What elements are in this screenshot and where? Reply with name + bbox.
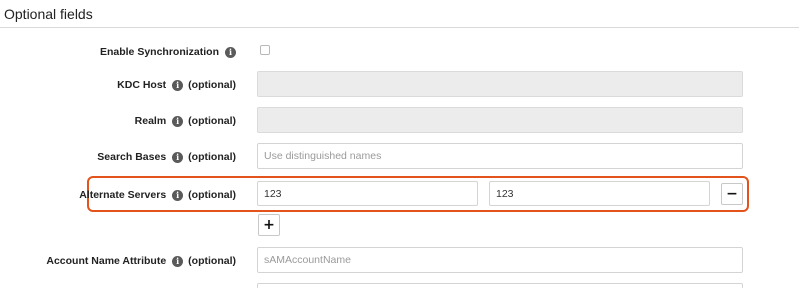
optional-fields-page: Optional fields Enable Synchronization i… <box>0 0 799 288</box>
search-bases-label: Search Bases <box>97 151 167 163</box>
enable-sync-checkbox[interactable] <box>260 45 270 55</box>
next-field-input-partial[interactable] <box>257 283 743 288</box>
alternate-server-port-input[interactable] <box>489 181 710 206</box>
realm-label-group: Realm i (optional) <box>135 107 236 135</box>
account-name-attribute-input[interactable] <box>257 247 743 273</box>
enable-sync-label-group: Enable Synchronization i <box>100 38 236 66</box>
kdc-host-label-group: KDC Host i (optional) <box>117 71 236 99</box>
info-icon[interactable]: i <box>172 255 184 267</box>
plus-icon: + <box>263 217 275 233</box>
enable-sync-row: Enable Synchronization i <box>0 38 799 66</box>
search-bases-label-group: Search Bases i (optional) <box>97 143 236 171</box>
info-icon[interactable]: i <box>172 115 184 127</box>
optional-tag: (optional) <box>188 115 236 127</box>
enable-sync-label: Enable Synchronization <box>99 46 219 58</box>
info-icon[interactable]: i <box>172 151 184 163</box>
search-bases-input[interactable] <box>257 143 743 169</box>
realm-input[interactable] <box>257 107 743 133</box>
realm-label: Realm <box>134 115 167 127</box>
alternate-servers-row: Alternate Servers i (optional) − <box>0 181 799 209</box>
info-icon[interactable]: i <box>172 189 184 201</box>
kdc-host-label: KDC Host <box>117 79 167 91</box>
account-name-attribute-label: Account Name Attribute <box>46 255 167 267</box>
minus-icon: − <box>726 186 738 202</box>
kdc-host-row: KDC Host i (optional) <box>0 71 799 99</box>
kdc-host-input[interactable] <box>257 71 743 97</box>
account-name-attribute-label-group: Account Name Attribute i (optional) <box>46 247 236 275</box>
alternate-servers-label: Alternate Servers <box>79 189 167 201</box>
alternate-server-host-input[interactable] <box>257 181 478 206</box>
optional-tag: (optional) <box>188 255 236 267</box>
info-icon[interactable]: i <box>172 79 184 91</box>
optional-tag: (optional) <box>188 79 236 91</box>
info-icon[interactable]: i <box>225 46 236 58</box>
realm-row: Realm i (optional) <box>0 107 799 135</box>
search-bases-row: Search Bases i (optional) <box>0 143 799 171</box>
optional-tag: (optional) <box>188 189 236 201</box>
optional-tag: (optional) <box>188 151 236 163</box>
remove-server-button[interactable]: − <box>721 183 743 205</box>
add-server-button[interactable]: + <box>258 214 280 236</box>
section-title: Optional fields <box>4 6 93 22</box>
account-name-attribute-row: Account Name Attribute i (optional) <box>0 247 799 275</box>
alternate-servers-label-group: Alternate Servers i (optional) <box>79 181 236 209</box>
section-header: Optional fields <box>0 0 799 28</box>
